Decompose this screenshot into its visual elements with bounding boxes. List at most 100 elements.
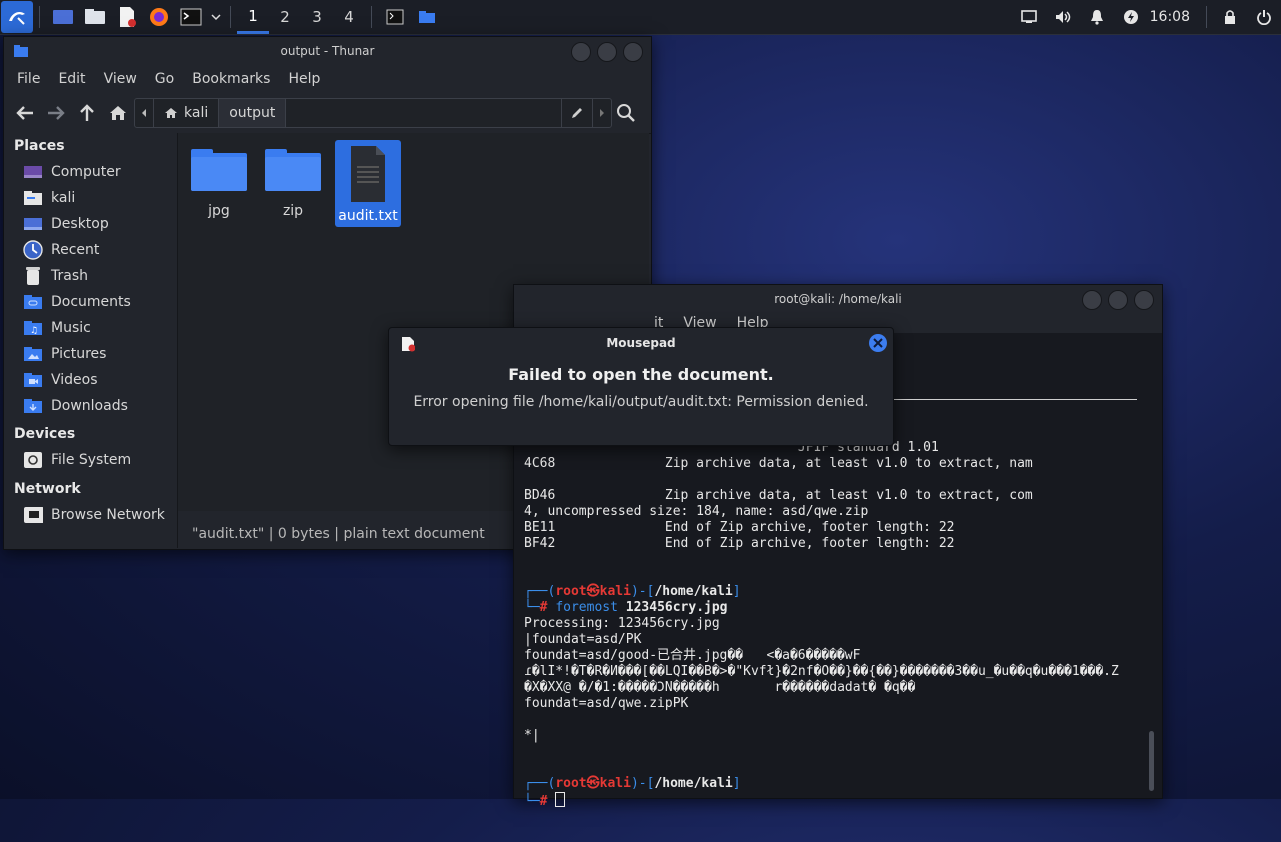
menu-view[interactable]: View <box>95 71 146 87</box>
path-crumb-kali[interactable]: kali <box>154 99 220 127</box>
power-icon[interactable] <box>1114 0 1148 34</box>
terminal-line: �X�XX@ �/�1:�����ϽN�����h r������dadat� … <box>524 680 916 695</box>
terminal-session: ┌──(root㉿kali)-[/home/kali] └─# foremost … <box>524 568 1119 842</box>
computer-icon <box>23 162 43 182</box>
devices-header: Devices <box>14 426 76 442</box>
path-crumb-output[interactable]: output <box>219 99 287 127</box>
maximize-button[interactable] <box>1108 290 1128 310</box>
search-icon[interactable] <box>616 103 636 127</box>
sidebar-item-file-system[interactable]: File System <box>4 447 177 473</box>
home-icon[interactable] <box>103 98 133 128</box>
pictures-folder-icon <box>23 344 43 364</box>
prompt-host: kali <box>599 584 631 599</box>
close-button[interactable] <box>623 42 643 62</box>
svg-text:♫: ♫ <box>30 326 38 336</box>
sidebar-item-pictures[interactable]: Pictures <box>4 341 177 367</box>
minimize-button[interactable] <box>1082 290 1102 310</box>
file-item-jpg[interactable]: jpg <box>186 143 252 223</box>
taskbar-terminal-icon[interactable] <box>380 2 410 32</box>
volume-icon[interactable] <box>1046 0 1080 34</box>
terminal-line: Processing: 123456cry.jpg <box>524 616 720 631</box>
scrollbar[interactable] <box>1149 731 1154 791</box>
menu-bookmarks[interactable]: Bookmarks <box>183 71 279 87</box>
menu-bar: File Edit View Go Bookmarks Help <box>4 65 651 93</box>
terminal-line: 4, uncompressed size: 184, name: asd/qwe… <box>524 504 869 519</box>
terminal-line: foundat=asd/qwe.zipPK <box>524 696 689 711</box>
panel-separator <box>1206 6 1207 28</box>
path-right-arrow-icon[interactable] <box>592 99 611 127</box>
terminal-line: foundat=asd/good-已合井.jpg�� <�a�6�����wF <box>524 648 861 663</box>
sidebar-item-desktop[interactable]: Desktop <box>4 211 177 237</box>
workspace-2[interactable]: 2 <box>269 0 301 34</box>
sidebar-item-downloads[interactable]: Downloads <box>4 393 177 419</box>
file-item-zip[interactable]: zip <box>260 143 326 223</box>
sidebar-item-music[interactable]: ♫ Music <box>4 315 177 341</box>
sidebar: Places Computer kali Desktop Recent Tras… <box>4 133 178 548</box>
kali-menu-icon[interactable] <box>1 1 33 33</box>
show-desktop-icon[interactable] <box>48 2 78 32</box>
terminal-line: |foundat=asd/PK <box>524 632 642 647</box>
workspace-1[interactable]: 1 <box>237 0 269 34</box>
sidebar-item-recent[interactable]: Recent <box>4 237 177 263</box>
panel-separator <box>39 6 40 28</box>
workspace-4[interactable]: 4 <box>333 0 365 34</box>
workspace-3[interactable]: 3 <box>301 0 333 34</box>
terminal-line: BE11 End of Zip archive, footer length: … <box>524 520 955 535</box>
drive-icon <box>23 450 43 470</box>
file-label: jpg <box>208 203 230 219</box>
window-title: root@kali: /home/kali <box>774 292 902 306</box>
logout-icon[interactable] <box>1247 0 1281 34</box>
sidebar-item-browse-network[interactable]: Browse Network <box>4 502 177 528</box>
sidebar-item-kali[interactable]: kali <box>4 185 177 211</box>
sidebar-item-label: Desktop <box>51 216 109 232</box>
sidebar-item-documents[interactable]: Documents <box>4 289 177 315</box>
sidebar-item-videos[interactable]: Videos <box>4 367 177 393</box>
sidebar-item-computer[interactable]: Computer <box>4 159 177 185</box>
file-manager-icon[interactable] <box>80 2 110 32</box>
dialog-titlebar[interactable]: Mousepad <box>389 328 893 358</box>
chevron-down-icon[interactable] <box>208 2 224 32</box>
prompt-dir: /home/kali <box>654 776 733 791</box>
lock-icon[interactable] <box>1213 0 1247 34</box>
path-left-arrow-icon[interactable] <box>135 99 154 127</box>
sidebar-item-label: File System <box>51 452 132 468</box>
input-line[interactable]: └─# <box>524 792 1119 810</box>
file-item-audit-txt[interactable]: audit.txt <box>335 140 401 227</box>
text-file-icon <box>351 146 385 202</box>
folder-icon <box>191 149 247 191</box>
menu-edit[interactable]: Edit <box>49 71 94 87</box>
minimize-button[interactable] <box>571 42 591 62</box>
file-label: audit.txt <box>338 208 398 224</box>
prompt-line: ┌──(root㉿kali)-[/home/kali] <box>524 776 741 791</box>
sidebar-item-label: kali <box>51 190 76 206</box>
firefox-icon[interactable] <box>144 2 174 32</box>
clock[interactable]: 16:08 <box>1150 9 1190 25</box>
top-panel: 1 2 3 4 16:08 <box>0 0 1281 35</box>
menu-file[interactable]: File <box>8 71 49 87</box>
close-button[interactable] <box>1134 290 1154 310</box>
taskbar-folder-icon[interactable] <box>412 2 442 32</box>
sidebar-item-trash[interactable]: Trash <box>4 263 177 289</box>
text-editor-icon[interactable] <box>112 2 142 32</box>
sidebar-item-label: Pictures <box>51 346 107 362</box>
forward-icon[interactable] <box>41 98 71 128</box>
back-icon[interactable] <box>10 98 40 128</box>
menu-help[interactable]: Help <box>279 71 329 87</box>
crumb-label: kali <box>184 105 209 121</box>
home-folder-icon <box>23 188 43 208</box>
music-folder-icon: ♫ <box>23 318 43 338</box>
sidebar-item-label: Videos <box>51 372 98 388</box>
terminal-icon[interactable] <box>176 2 206 32</box>
up-icon[interactable] <box>72 98 102 128</box>
close-icon[interactable] <box>869 334 887 352</box>
menu-go[interactable]: Go <box>146 71 183 87</box>
maximize-button[interactable] <box>597 42 617 62</box>
bell-icon[interactable] <box>1080 0 1114 34</box>
edit-path-icon[interactable] <box>561 99 592 127</box>
prompt-line: ┌──(root㉿kali)-[/home/kali] <box>524 584 741 599</box>
command-line: └─# foremost 123456cry.jpg <box>524 600 728 615</box>
terminal-titlebar[interactable]: root@kali: /home/kali <box>514 285 1162 313</box>
thunar-titlebar[interactable]: output - Thunar <box>4 37 651 65</box>
display-icon[interactable] <box>1012 0 1046 34</box>
